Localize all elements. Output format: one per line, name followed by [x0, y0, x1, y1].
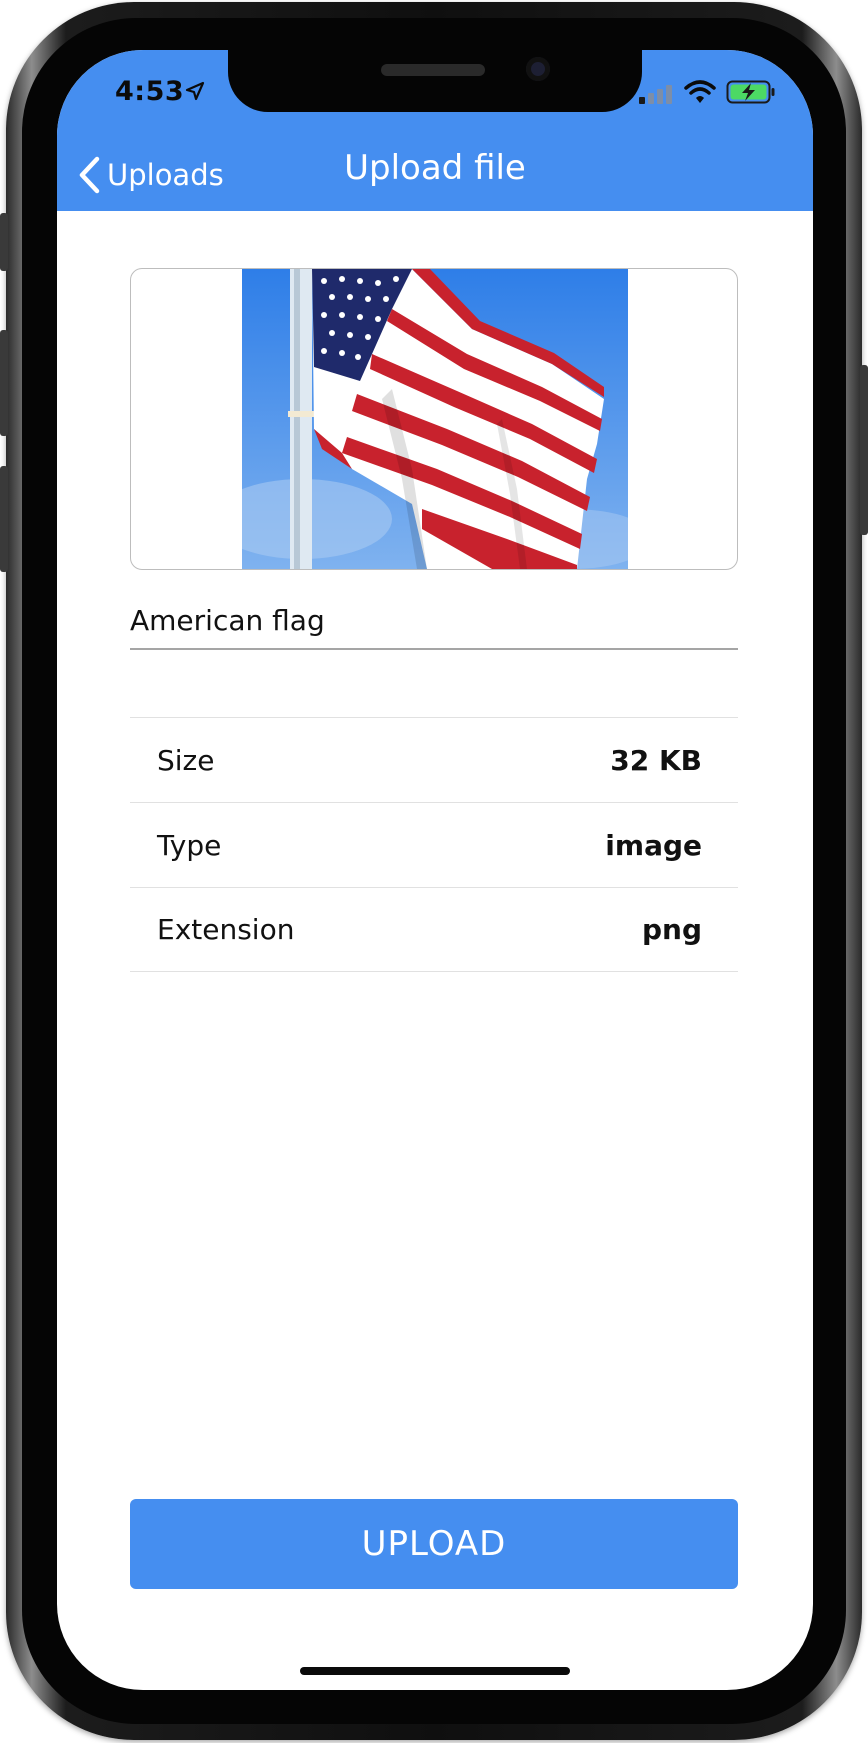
detail-value: png: [641, 913, 702, 946]
cellular-signal-icon: [639, 85, 672, 104]
device-notch: [228, 50, 642, 112]
image-preview: [130, 268, 738, 570]
earpiece-speaker: [381, 64, 485, 76]
detail-row-extension: Extension png: [130, 887, 738, 972]
detail-value: image: [605, 828, 702, 862]
detail-label: Type: [157, 828, 222, 862]
detail-value: 32 KB: [610, 743, 702, 777]
home-indicator[interactable]: [300, 1667, 570, 1675]
front-camera: [526, 57, 550, 81]
detail-label: Size: [157, 743, 215, 777]
detail-row-size: Size 32 KB: [130, 717, 738, 802]
navigation-header: 4:53 Uploads Upload file: [57, 50, 813, 211]
location-arrow-icon: [185, 81, 205, 101]
file-name-input[interactable]: [130, 592, 738, 650]
volume-up-button: [0, 330, 8, 436]
detail-row-type: Type image: [130, 802, 738, 887]
volume-down-button: [0, 466, 8, 572]
app-screen: 4:53 Uploads Upload file American flag S…: [57, 50, 813, 1690]
american-flag-image: [242, 269, 628, 569]
wifi-icon: [684, 80, 716, 103]
status-time: 4:53: [115, 76, 185, 107]
battery-charging-icon: [726, 80, 775, 104]
page-title: Upload file: [344, 148, 526, 188]
silent-switch: [0, 213, 8, 271]
upload-button[interactable]: UPLOAD: [130, 1499, 738, 1589]
power-button: [860, 365, 868, 535]
detail-label: Extension: [157, 913, 295, 946]
file-details-list: Size 32 KB Type image Extension png: [130, 717, 738, 972]
